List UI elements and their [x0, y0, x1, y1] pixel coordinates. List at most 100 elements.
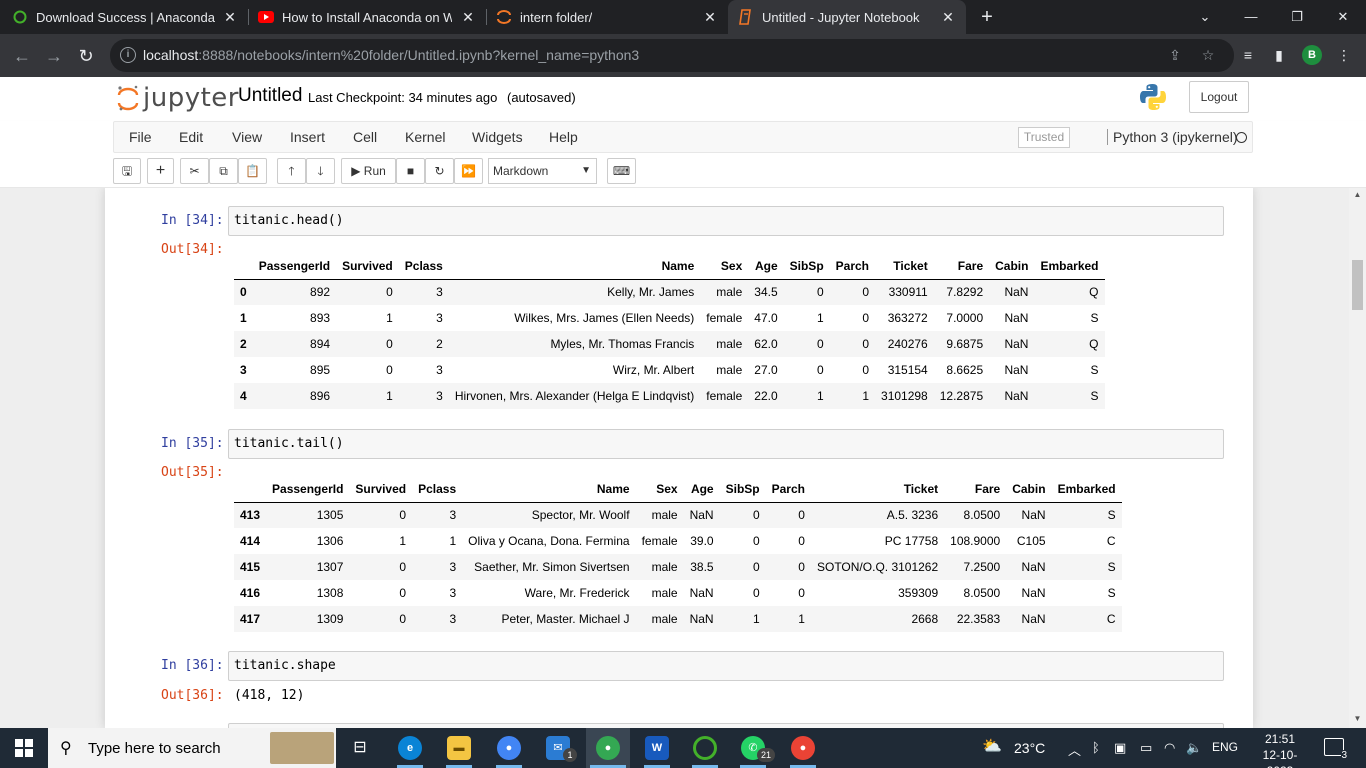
- minimize-button[interactable]: —: [1228, 0, 1274, 34]
- tab-youtube[interactable]: How to Install Anaconda on Win ✕: [258, 0, 486, 34]
- menu-file[interactable]: File: [129, 129, 152, 145]
- logout-button[interactable]: Logout: [1189, 81, 1249, 113]
- close-icon[interactable]: ✕: [940, 9, 956, 25]
- notebook-name[interactable]: Untitled: [238, 85, 302, 107]
- restart-run-all-icon[interactable]: ⏩: [454, 158, 483, 184]
- copy-icon[interactable]: ⧉: [209, 158, 238, 184]
- close-icon[interactable]: ✕: [702, 9, 718, 25]
- row-index: 417: [240, 612, 261, 626]
- bluetooth-icon[interactable]: ᛒ: [1092, 740, 1100, 755]
- row-index: 4: [240, 389, 247, 403]
- battery-icon[interactable]: ▭: [1140, 740, 1152, 756]
- table-cell: SOTON/O.Q. 3101262: [816, 560, 939, 574]
- table-cell: 47.0: [754, 311, 778, 325]
- tab-search-chevron-icon[interactable]: ⌄: [1182, 0, 1228, 34]
- browser-menu-icon[interactable]: ⋮: [1333, 44, 1355, 66]
- code-cell-input[interactable]: titanic.tail(): [228, 429, 1224, 459]
- tab-title: Download Success | Anaconda: [36, 9, 215, 25]
- table-cell: male: [651, 560, 678, 574]
- menu-widgets[interactable]: Widgets: [472, 129, 523, 145]
- anaconda-navigator-icon[interactable]: [693, 736, 717, 760]
- address-bar[interactable]: i localhost:8888/notebooks/intern%20fold…: [110, 39, 1234, 72]
- wifi-icon[interactable]: ◠: [1164, 740, 1175, 756]
- menu-insert[interactable]: Insert: [290, 129, 325, 145]
- close-icon[interactable]: ✕: [460, 9, 476, 25]
- run-button[interactable]: ▶ Run: [341, 158, 396, 184]
- chrome-icon[interactable]: ●: [497, 736, 521, 760]
- table-cell: 3: [449, 508, 457, 523]
- table-row: 4 896 1 3 Hirvonen, Mrs. Alexander (Helga E …: [234, 383, 1105, 409]
- tab-untitled-notebook[interactable]: Untitled - Jupyter Notebook ✕: [728, 0, 966, 34]
- task-view-icon[interactable]: ⊟: [348, 736, 372, 760]
- volume-icon[interactable]: 🔈: [1186, 740, 1202, 756]
- row-index: 415: [240, 560, 261, 574]
- column-header: Parch: [765, 476, 811, 503]
- back-arrow-icon[interactable]: ←: [8, 42, 36, 70]
- menu-edit[interactable]: Edit: [179, 129, 203, 145]
- cell-type-select[interactable]: Markdown ▼: [488, 158, 597, 184]
- weather-icon[interactable]: ⛅: [982, 736, 1002, 756]
- scrollbar-thumb[interactable]: [1352, 260, 1363, 310]
- clock-time: 21:51: [1264, 732, 1296, 746]
- menu-help[interactable]: Help: [549, 129, 578, 145]
- site-info-icon[interactable]: i: [120, 47, 136, 63]
- tab-intern-folder[interactable]: intern folder/ ✕: [496, 0, 728, 34]
- kernel-name[interactable]: Python 3 (ipykernel): [1107, 129, 1238, 145]
- table-cell: Q: [1089, 337, 1099, 351]
- menu-view[interactable]: View: [232, 129, 262, 145]
- scroll-up-icon[interactable]: ▲: [1349, 188, 1366, 202]
- bookmark-star-icon[interactable]: ☆: [1199, 46, 1217, 64]
- menu-kernel[interactable]: Kernel: [405, 129, 445, 145]
- chrome-profile-icon[interactable]: ●: [596, 736, 620, 760]
- notebook-container[interactable]: In [34]: titanic.head() Out[34]: Passeng…: [0, 188, 1366, 728]
- taskbar-search-box[interactable]: ⚲ Type here to search: [48, 728, 336, 768]
- url-text[interactable]: localhost:8888/notebooks/intern%20folder…: [143, 47, 639, 63]
- table-cell: NaN: [1004, 337, 1029, 351]
- table-cell: 1: [449, 534, 457, 548]
- notification-center-icon[interactable]: 3: [1324, 738, 1347, 761]
- profile-avatar[interactable]: B: [1302, 45, 1322, 65]
- interrupt-icon[interactable]: ■: [396, 158, 425, 184]
- menu-cell[interactable]: Cell: [353, 129, 377, 145]
- meet-now-icon[interactable]: ▣: [1114, 740, 1126, 756]
- page-scrollbar[interactable]: ▲ ▼: [1349, 188, 1366, 728]
- browser-tab-strip: Download Success | Anaconda ✕ How to Ins…: [0, 0, 1366, 34]
- chrome-alt-icon[interactable]: ●: [791, 736, 815, 760]
- close-icon[interactable]: ✕: [222, 9, 238, 25]
- weather-temperature[interactable]: 23°C: [1014, 740, 1045, 756]
- move-down-icon[interactable]: 🡓: [306, 158, 335, 184]
- save-icon[interactable]: 🖫: [113, 158, 141, 184]
- scroll-down-icon[interactable]: ▼: [1349, 712, 1366, 726]
- paste-icon[interactable]: 📋: [238, 158, 267, 184]
- share-icon[interactable]: ⇪: [1166, 46, 1184, 64]
- restart-icon[interactable]: ↻: [425, 158, 454, 184]
- window-close-button[interactable]: ✕: [1320, 0, 1366, 34]
- file-explorer-icon[interactable]: ▬: [447, 736, 471, 760]
- cut-icon[interactable]: ✂: [180, 158, 209, 184]
- row-index: 413: [240, 508, 261, 523]
- restore-button[interactable]: ❐: [1274, 0, 1320, 34]
- start-button[interactable]: [0, 728, 48, 768]
- input-language[interactable]: ENG: [1212, 740, 1238, 754]
- side-panel-icon[interactable]: ▮: [1268, 44, 1290, 66]
- word-icon[interactable]: W: [645, 736, 669, 760]
- move-up-icon[interactable]: 🡑: [277, 158, 306, 184]
- keyboard-icon[interactable]: ⌨: [607, 158, 636, 184]
- table-cell: 0: [399, 586, 407, 600]
- reading-list-icon[interactable]: ≡: [1237, 44, 1259, 66]
- insert-cell-icon[interactable]: +: [147, 158, 174, 184]
- tab-anaconda[interactable]: Download Success | Anaconda ✕: [12, 0, 248, 34]
- forward-arrow-icon[interactable]: →: [40, 42, 68, 70]
- new-tab-button[interactable]: +: [976, 6, 998, 28]
- jupyter-logo[interactable]: jupyter: [117, 83, 239, 113]
- trusted-badge[interactable]: Trusted: [1018, 127, 1070, 148]
- show-hidden-icons-icon[interactable]: ︿: [1068, 740, 1081, 759]
- run-label: Run: [363, 164, 386, 178]
- table-cell: 3: [449, 586, 457, 600]
- table-cell: 894: [310, 337, 331, 351]
- edge-icon[interactable]: e: [398, 736, 422, 760]
- reload-icon[interactable]: ↻: [72, 42, 100, 70]
- code-cell-input[interactable]: titanic.shape: [228, 651, 1224, 681]
- system-clock[interactable]: 21:51 12-10-2023: [1250, 731, 1310, 768]
- code-cell-input[interactable]: titanic.head(): [228, 206, 1224, 236]
